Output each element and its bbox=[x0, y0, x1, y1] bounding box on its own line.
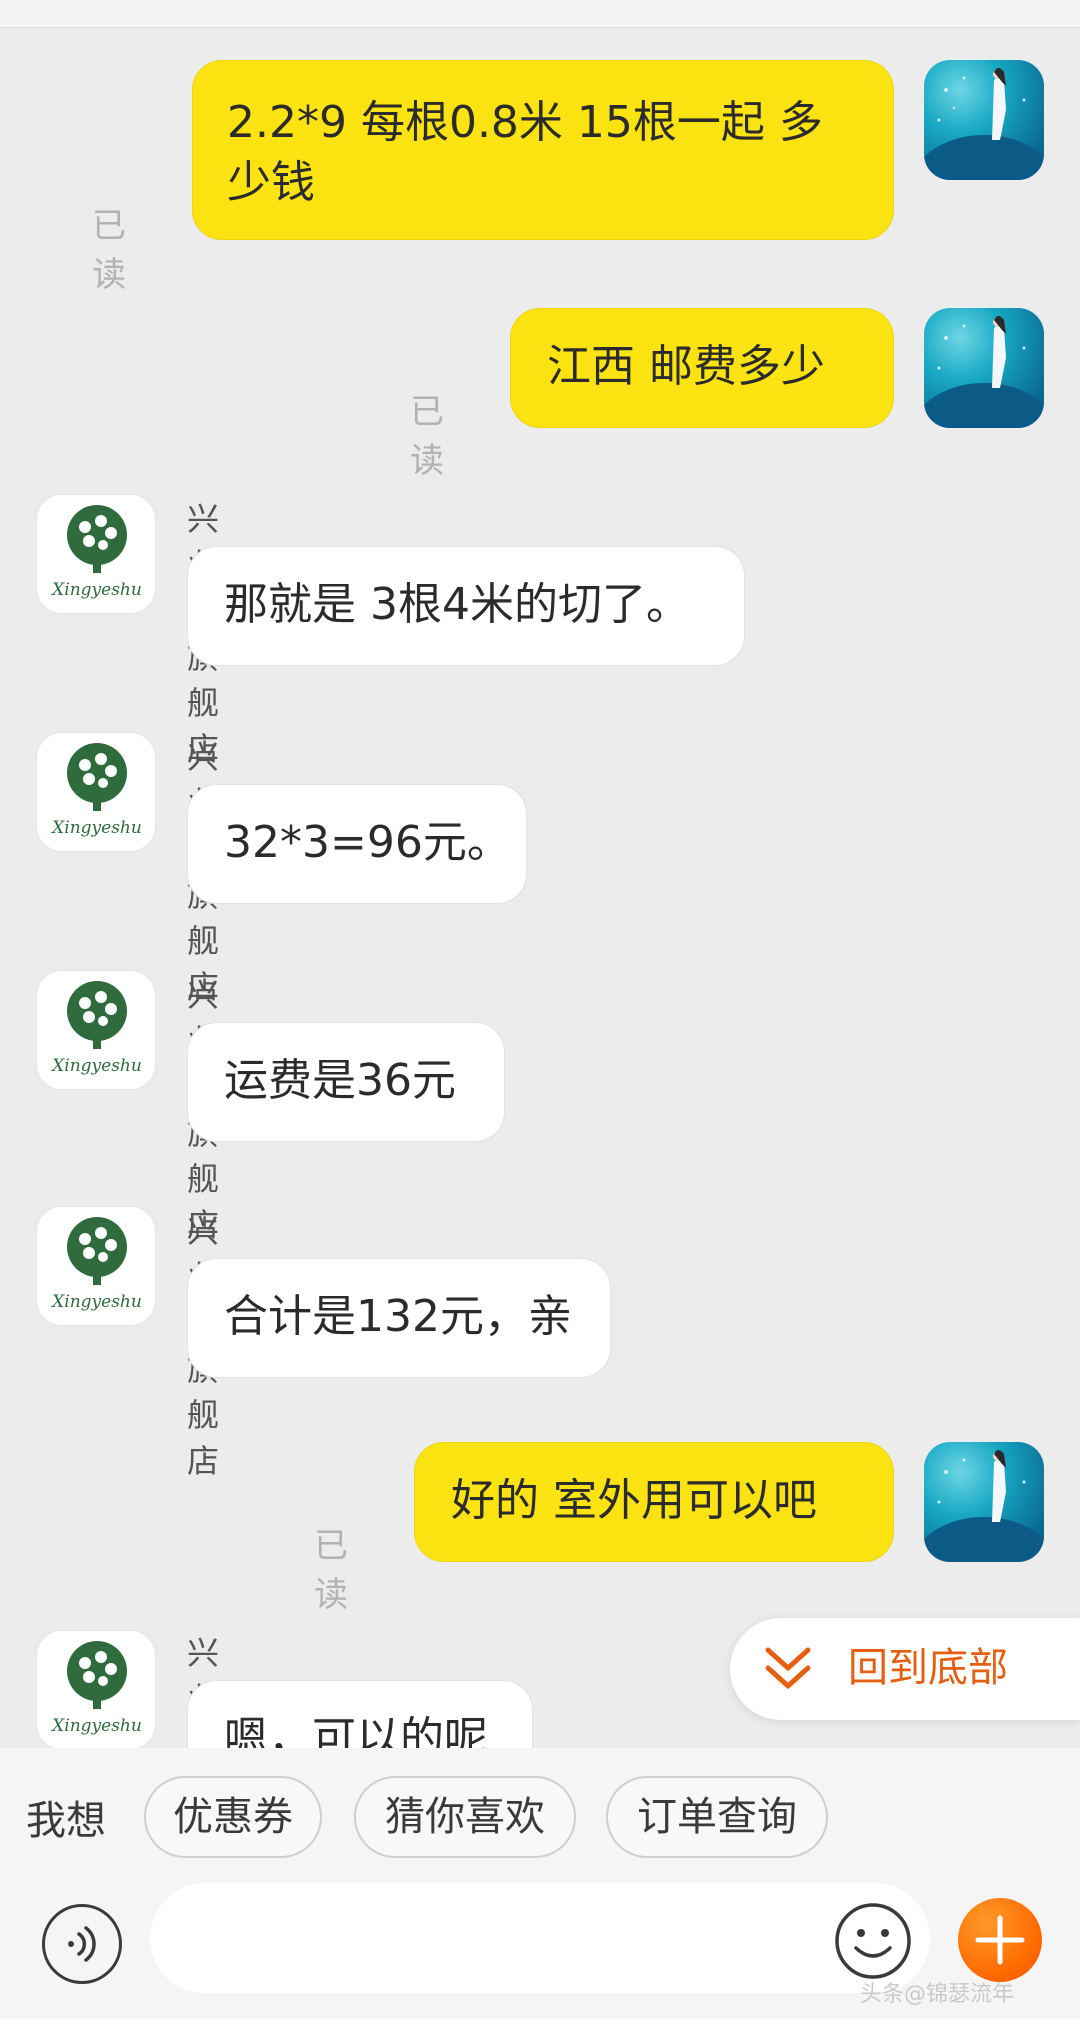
chat-bubble-incoming[interactable]: 32*3=96元。 bbox=[187, 784, 527, 904]
voice-icon bbox=[68, 1926, 96, 1962]
tree-logo-icon: Xingyeshu bbox=[50, 981, 142, 1076]
shop-avatar[interactable]: Xingyeshu bbox=[36, 970, 156, 1090]
tree-logo-icon: Xingyeshu bbox=[50, 505, 142, 600]
shop-avatar[interactable]: Xingyeshu bbox=[36, 494, 156, 614]
double-chevron-down-icon bbox=[765, 1647, 811, 1689]
quick-reply-bar: 我想 优惠券 猜你喜欢 订单查询 bbox=[0, 1748, 1080, 1878]
my-avatar[interactable] bbox=[924, 1442, 1044, 1562]
shop-avatar[interactable]: Xingyeshu bbox=[36, 1630, 156, 1750]
chat-bubble-outgoing[interactable]: 江西 邮费多少 bbox=[510, 308, 894, 428]
logo-wordmark: Xingyeshu bbox=[50, 580, 142, 600]
my-avatar[interactable] bbox=[924, 60, 1044, 180]
emoji-icon bbox=[835, 1903, 911, 1979]
plus-icon bbox=[975, 1915, 1025, 1965]
quick-reply-label: 我想 bbox=[26, 1798, 106, 1844]
tree-logo-icon: Xingyeshu bbox=[50, 1217, 142, 1312]
watermark: 头条@锦瑟流年 bbox=[860, 1982, 1015, 2007]
chat-bubble-outgoing[interactable]: 2.2*9 每根0.8米 15根一起 多 少钱 bbox=[192, 60, 894, 240]
status-strip bbox=[0, 0, 1080, 28]
message-text: 合计是132元，亲 bbox=[224, 1291, 572, 1342]
back-to-bottom-label: 回到底部 bbox=[848, 1645, 1008, 1691]
chat-bubble-incoming[interactable]: 合计是132元，亲 bbox=[187, 1258, 611, 1378]
quick-reply-chip-guess-you-like[interactable]: 猜你喜欢 bbox=[354, 1776, 576, 1858]
logo-wordmark: Xingyeshu bbox=[50, 1056, 142, 1076]
message-text: 32*3=96元。 bbox=[224, 817, 511, 868]
quick-reply-chip-order-query[interactable]: 订单查询 bbox=[606, 1776, 828, 1858]
tree-logo-icon: Xingyeshu bbox=[50, 1641, 142, 1736]
avatar-illustration-icon bbox=[924, 68, 1044, 180]
chat-bubble-incoming[interactable]: 运费是36元 bbox=[187, 1022, 505, 1142]
message-text: 江西 邮费多少 bbox=[547, 341, 825, 392]
logo-wordmark: Xingyeshu bbox=[50, 1292, 142, 1312]
read-receipt: 已读 bbox=[92, 206, 126, 295]
quick-reply-chip-coupon[interactable]: 优惠券 bbox=[144, 1776, 322, 1858]
message-text: 运费是36元 bbox=[224, 1055, 456, 1106]
chat-bubble-outgoing[interactable]: 好的 室外用可以吧 bbox=[414, 1442, 894, 1562]
emoji-button[interactable] bbox=[832, 1900, 914, 1982]
chat-bubble-incoming[interactable]: 那就是 3根4米的切了。 bbox=[187, 546, 745, 666]
message-text: 好的 室外用可以吧 bbox=[451, 1475, 817, 1526]
shop-avatar[interactable]: Xingyeshu bbox=[36, 1206, 156, 1326]
voice-button[interactable] bbox=[42, 1904, 122, 1984]
logo-wordmark: Xingyeshu bbox=[50, 1716, 142, 1736]
tree-logo-icon: Xingyeshu bbox=[50, 743, 142, 838]
logo-wordmark: Xingyeshu bbox=[50, 818, 142, 838]
read-receipt: 已读 bbox=[410, 392, 444, 481]
read-receipt: 已读 bbox=[314, 1526, 348, 1615]
avatar-illustration-icon bbox=[924, 1450, 1044, 1562]
message-text-line: 少钱 bbox=[227, 157, 315, 208]
my-avatar[interactable] bbox=[924, 308, 1044, 428]
message-text-line: 2.2*9 每根0.8米 15根一起 多 bbox=[227, 97, 823, 148]
back-to-bottom-button[interactable]: 回到底部 bbox=[730, 1618, 1080, 1720]
avatar-illustration-icon bbox=[924, 316, 1044, 428]
plus-button[interactable] bbox=[958, 1898, 1042, 1982]
message-input[interactable] bbox=[150, 1883, 930, 1993]
shop-avatar[interactable]: Xingyeshu bbox=[36, 732, 156, 852]
message-text: 那就是 3根4米的切了。 bbox=[224, 579, 690, 630]
